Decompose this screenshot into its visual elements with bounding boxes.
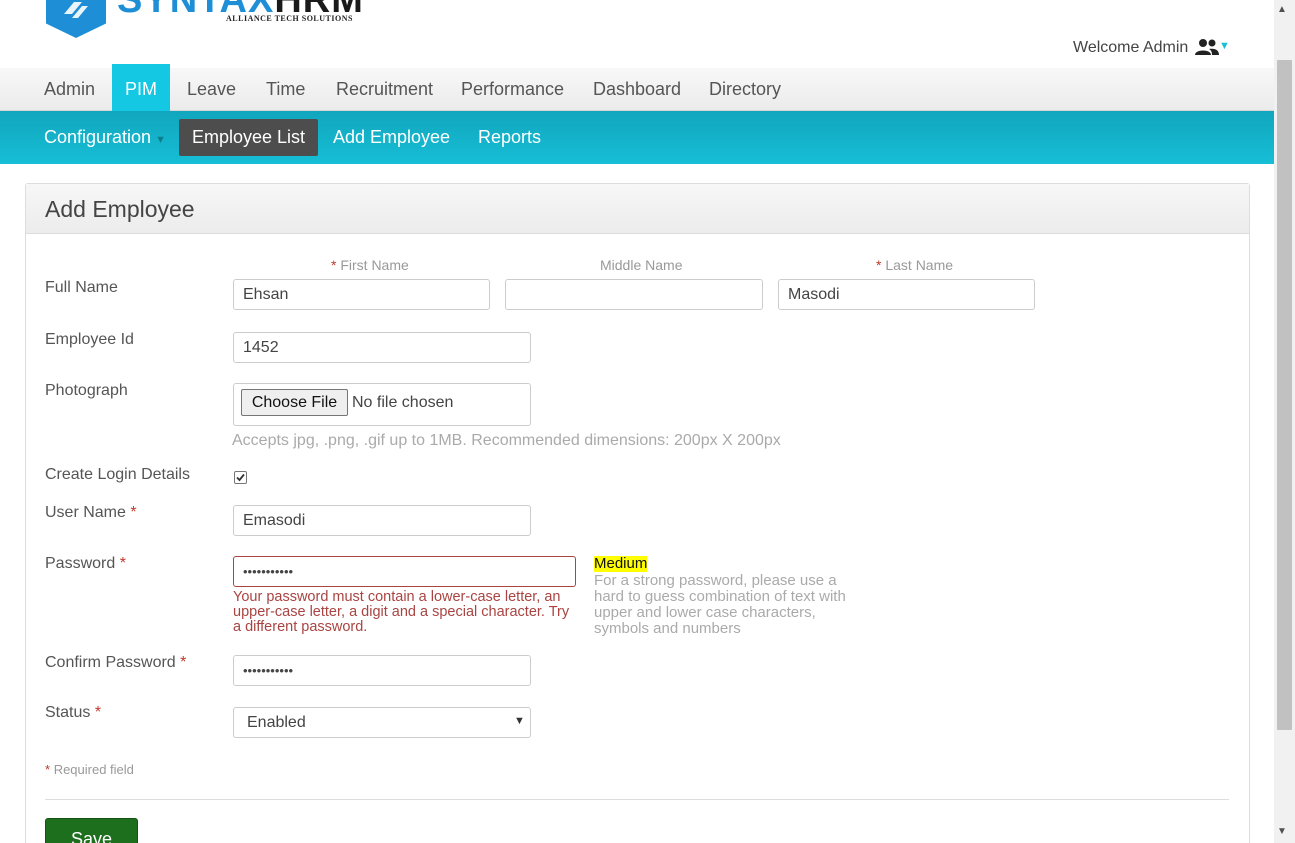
password-label: Password * (45, 555, 126, 572)
check-icon (236, 473, 245, 482)
confirm-password-input[interactable]: ••••••••••• (233, 655, 531, 686)
panel-header: Add Employee (26, 184, 1249, 234)
first-name-label: * First Name (331, 257, 409, 273)
photograph-hint: Accepts jpg, .png, .gif up to 1MB. Recom… (232, 432, 781, 449)
subnav-add-employee[interactable]: Add Employee (320, 119, 463, 156)
logo-icon (46, 0, 106, 38)
logo-tagline: ALLIANCE TECH SOLUTIONS (226, 14, 353, 23)
subnav-configuration[interactable]: Configuration ▼ (31, 119, 179, 156)
nav-admin[interactable]: Admin (31, 68, 108, 112)
nav-directory[interactable]: Directory (696, 68, 794, 112)
form-divider (45, 799, 1229, 800)
nav-pim[interactable]: PIM (112, 64, 171, 114)
scrollbar-thumb[interactable] (1277, 60, 1292, 730)
nav-leave[interactable]: Leave (174, 68, 249, 112)
password-input[interactable]: ••••••••••• (233, 556, 576, 587)
last-name-input[interactable]: Masodi (778, 279, 1035, 310)
chevron-down-icon: ▼ (514, 715, 525, 727)
page: SYNTAXHRM ALLIANCE TECH SOLUTIONS Welcom… (0, 0, 1274, 843)
required-field-note: * Required field (45, 762, 134, 777)
subnav-configuration-label: Configuration (44, 127, 152, 147)
page-title: Add Employee (45, 196, 195, 222)
choose-file-button[interactable]: Choose File (241, 389, 348, 416)
middle-name-label: Middle Name (600, 257, 683, 273)
status-select[interactable]: Enabled (233, 707, 531, 738)
main-nav: Admin PIM Leave Time Recruitment Perform… (0, 64, 1274, 114)
nav-time[interactable]: Time (253, 68, 318, 112)
subnav-employee-list[interactable]: Employee List (179, 119, 319, 156)
scroll-down-icon[interactable]: ▼ (1277, 826, 1287, 837)
user-name-input[interactable]: Emasodi (233, 505, 531, 536)
scroll-up-icon[interactable]: ▲ (1277, 4, 1287, 15)
password-error: Your password must contain a lower-case … (233, 589, 570, 635)
subnav-reports[interactable]: Reports (465, 119, 554, 156)
create-login-checkbox[interactable] (234, 471, 247, 484)
sub-nav: Configuration ▼ Employee List Add Employe… (0, 111, 1274, 164)
nav-recruitment[interactable]: Recruitment (323, 68, 446, 112)
middle-name-input[interactable] (505, 279, 763, 310)
nav-dashboard[interactable]: Dashboard (580, 68, 694, 112)
create-login-label: Create Login Details (45, 466, 190, 483)
last-name-label: * Last Name (876, 257, 954, 273)
file-status: No file chosen (352, 394, 454, 411)
first-name-input[interactable]: Ehsan (233, 279, 490, 310)
full-name-label: Full Name (45, 279, 118, 296)
photograph-label: Photograph (45, 382, 128, 399)
nav-performance[interactable]: Performance (448, 68, 577, 112)
photograph-file-input[interactable]: Choose File No file chosen (233, 383, 531, 426)
password-strength-help: For a strong password, please use a hard… (594, 572, 846, 637)
users-icon[interactable] (1195, 38, 1219, 61)
welcome-text[interactable]: Welcome Admin (1073, 39, 1188, 57)
save-button[interactable]: Save (45, 818, 138, 843)
password-strength-badge: Medium (594, 555, 648, 572)
chevron-down-icon: ▼ (155, 134, 166, 146)
employee-id-input[interactable]: 1452 (233, 332, 531, 363)
chevron-down-icon[interactable]: ▼ (1219, 40, 1230, 52)
user-name-label: User Name * (45, 504, 137, 521)
confirm-password-label: Confirm Password * (45, 654, 187, 671)
status-label: Status * (45, 704, 102, 721)
employee-id-label: Employee Id (45, 331, 134, 348)
